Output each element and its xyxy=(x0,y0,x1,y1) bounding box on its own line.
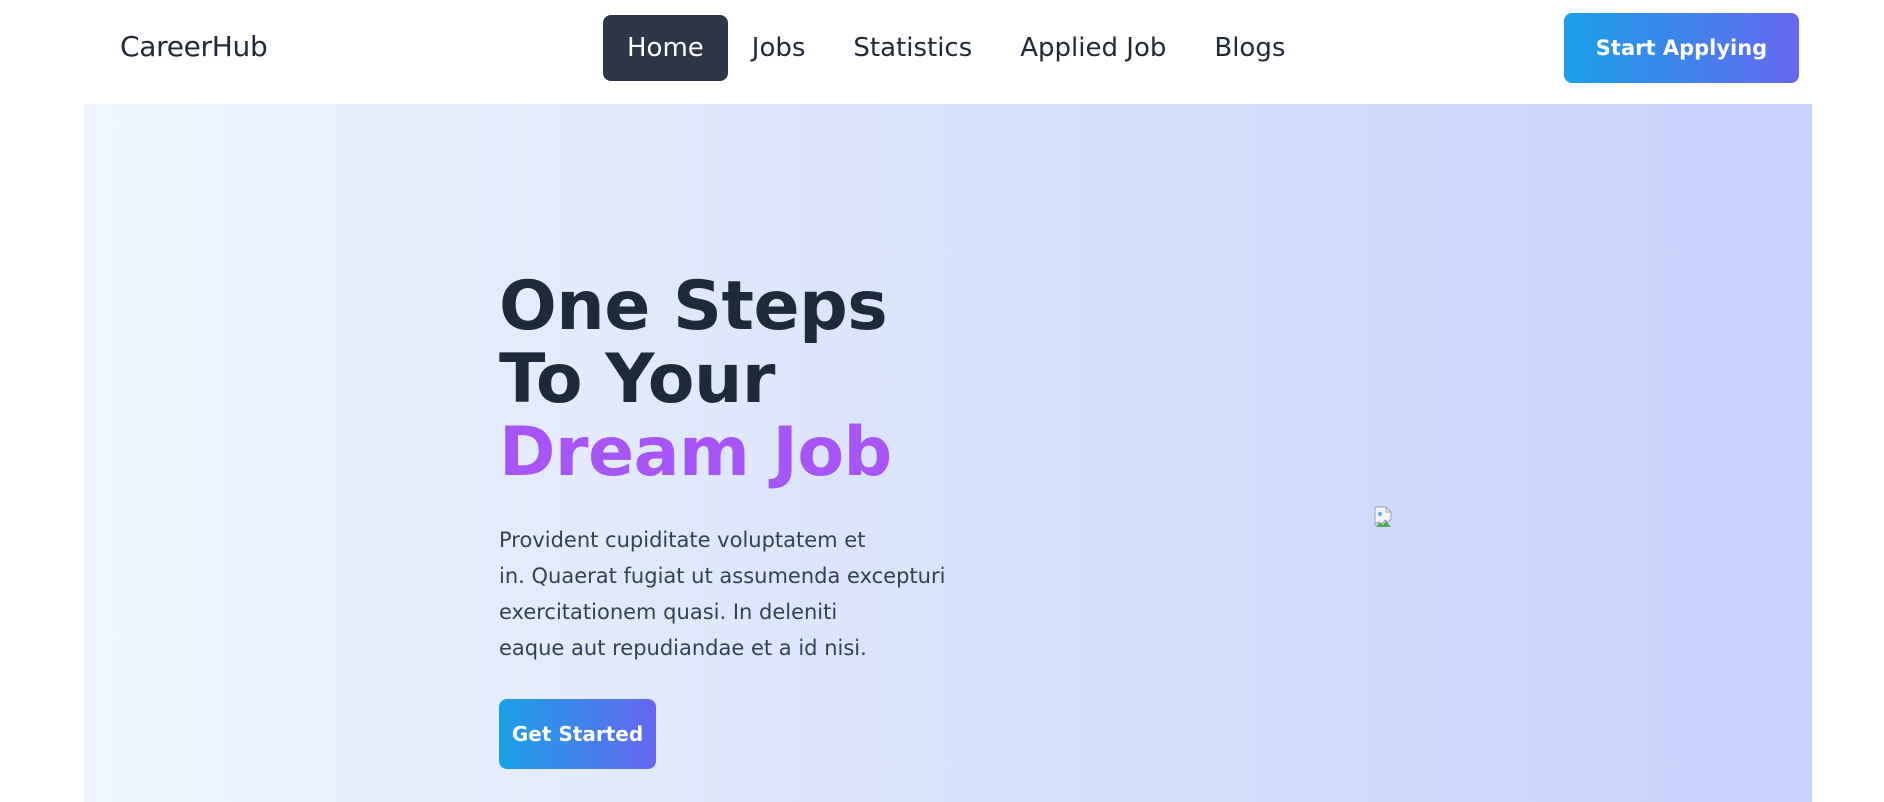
navbar: CareerHub Home Jobs Statistics Applied J… xyxy=(0,0,1884,104)
brand-logo[interactable]: CareerHub xyxy=(120,30,268,63)
main-nav: Home Jobs Statistics Applied Job Blogs xyxy=(603,15,1309,81)
hero-title-line-1: One Steps xyxy=(499,267,888,346)
hero-description-line: eaque aut repudiandae et a id nisi. xyxy=(499,636,867,660)
hero-description: Provident cupiditate voluptatem et in. Q… xyxy=(499,522,969,666)
nav-link-applied-job[interactable]: Applied Job xyxy=(996,15,1190,81)
hero-title-accent: Dream Job xyxy=(499,413,892,492)
hero-description-line: in. Quaerat fugiat ut assumenda exceptur… xyxy=(499,564,946,588)
nav-link-blogs[interactable]: Blogs xyxy=(1190,15,1309,81)
get-started-button[interactable]: Get Started xyxy=(499,699,656,769)
hero-description-line: exercitationem quasi. In deleniti xyxy=(499,600,838,624)
broken-image-icon xyxy=(1372,505,1396,529)
nav-link-home[interactable]: Home xyxy=(603,15,728,81)
hero-title: One Steps To Your Dream Job xyxy=(499,270,892,489)
hero-title-line-2: To Your xyxy=(499,340,775,419)
hero-section: One Steps To Your Dream Job Provident cu… xyxy=(84,104,1812,802)
nav-link-jobs[interactable]: Jobs xyxy=(728,15,830,81)
start-applying-button[interactable]: Start Applying xyxy=(1564,13,1799,83)
hero-description-line: Provident cupiditate voluptatem et xyxy=(499,528,866,552)
nav-link-statistics[interactable]: Statistics xyxy=(829,15,996,81)
